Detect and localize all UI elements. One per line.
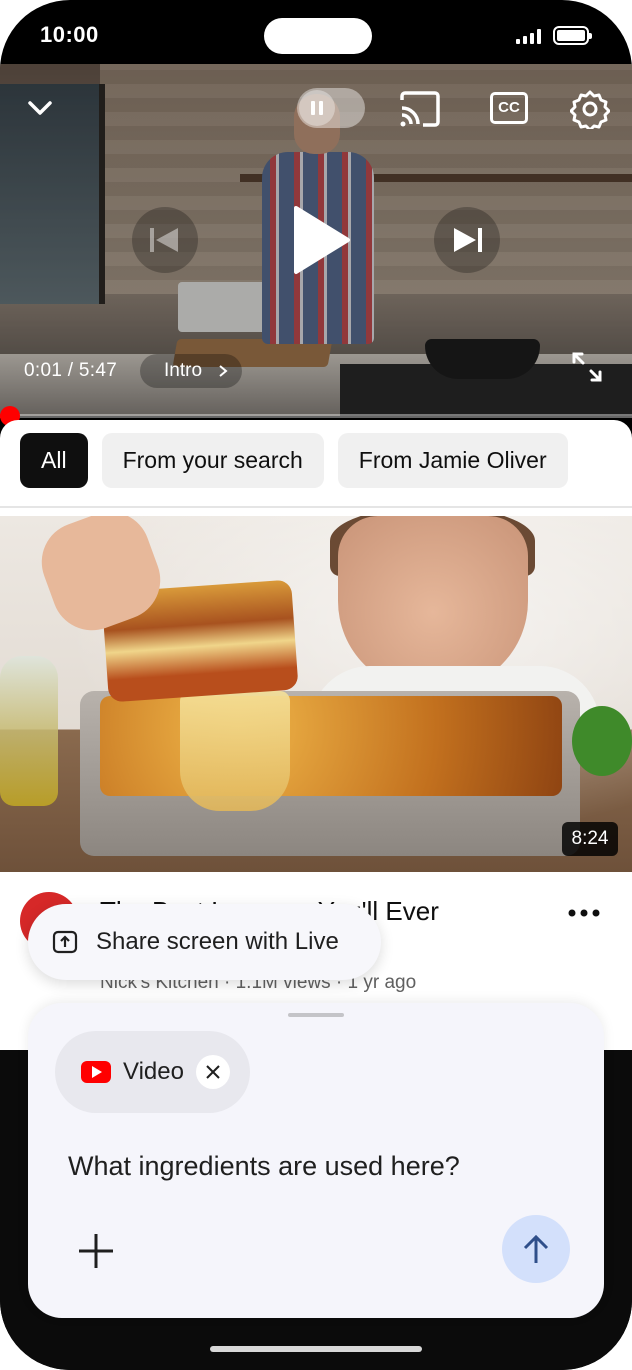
previous-icon bbox=[150, 228, 178, 252]
collapse-icon[interactable] bbox=[24, 92, 56, 124]
pause-icon[interactable] bbox=[297, 88, 365, 128]
progress-bar[interactable] bbox=[0, 414, 632, 418]
signal-icon bbox=[516, 28, 546, 44]
arrow-up-icon bbox=[523, 1234, 549, 1263]
drag-handle[interactable] bbox=[288, 1013, 344, 1017]
duration-badge: 8:24 bbox=[562, 822, 618, 856]
more-icon[interactable] bbox=[568, 908, 600, 918]
time-readout: 0:01 / 5:47 bbox=[24, 360, 118, 381]
chip-all[interactable]: All bbox=[20, 433, 88, 488]
send-button[interactable] bbox=[502, 1215, 570, 1283]
phone-frame: 10:00 CC 0:01 / 5:47 Intro All From your… bbox=[0, 0, 632, 1370]
cast-icon[interactable] bbox=[398, 90, 442, 128]
video-thumbnail[interactable] bbox=[0, 516, 632, 872]
youtube-icon bbox=[81, 1061, 111, 1083]
attachment-chip[interactable]: Video bbox=[55, 1031, 250, 1113]
home-indicator[interactable] bbox=[210, 1346, 422, 1352]
plus-icon[interactable] bbox=[76, 1231, 116, 1271]
share-label: Share screen with Live bbox=[96, 928, 339, 955]
gear-icon[interactable] bbox=[570, 89, 610, 129]
battery-icon bbox=[553, 26, 592, 45]
attachment-label: Video bbox=[123, 1058, 184, 1085]
next-icon bbox=[454, 228, 482, 252]
chapter-label: Intro bbox=[164, 360, 203, 381]
status-bar: 10:00 bbox=[0, 0, 632, 64]
close-icon bbox=[206, 1065, 220, 1079]
cc-icon[interactable]: CC bbox=[490, 92, 528, 124]
filter-chips: All From your search From Jamie Oliver bbox=[20, 433, 568, 488]
prompt-input[interactable]: What ingredients are used here? bbox=[68, 1151, 460, 1182]
previous-button[interactable] bbox=[132, 207, 198, 273]
dynamic-island bbox=[264, 18, 372, 54]
next-button[interactable] bbox=[434, 207, 500, 273]
divider bbox=[0, 506, 632, 508]
chip-from-jamie-oliver[interactable]: From Jamie Oliver bbox=[337, 433, 568, 488]
remove-attachment-button[interactable] bbox=[196, 1055, 230, 1089]
play-icon[interactable] bbox=[288, 204, 352, 276]
chip-from-your-search[interactable]: From your search bbox=[101, 433, 324, 488]
fullscreen-icon[interactable] bbox=[570, 350, 604, 384]
share-icon bbox=[52, 930, 78, 954]
chevron-right-icon bbox=[219, 365, 228, 377]
assistant-panel: Video What ingredients are used here? bbox=[28, 1003, 604, 1318]
share-screen-button[interactable]: Share screen with Live bbox=[28, 904, 381, 980]
status-time: 10:00 bbox=[40, 22, 99, 47]
video-player[interactable]: CC 0:01 / 5:47 Intro bbox=[0, 64, 632, 416]
chapter-chip[interactable]: Intro bbox=[140, 354, 243, 388]
